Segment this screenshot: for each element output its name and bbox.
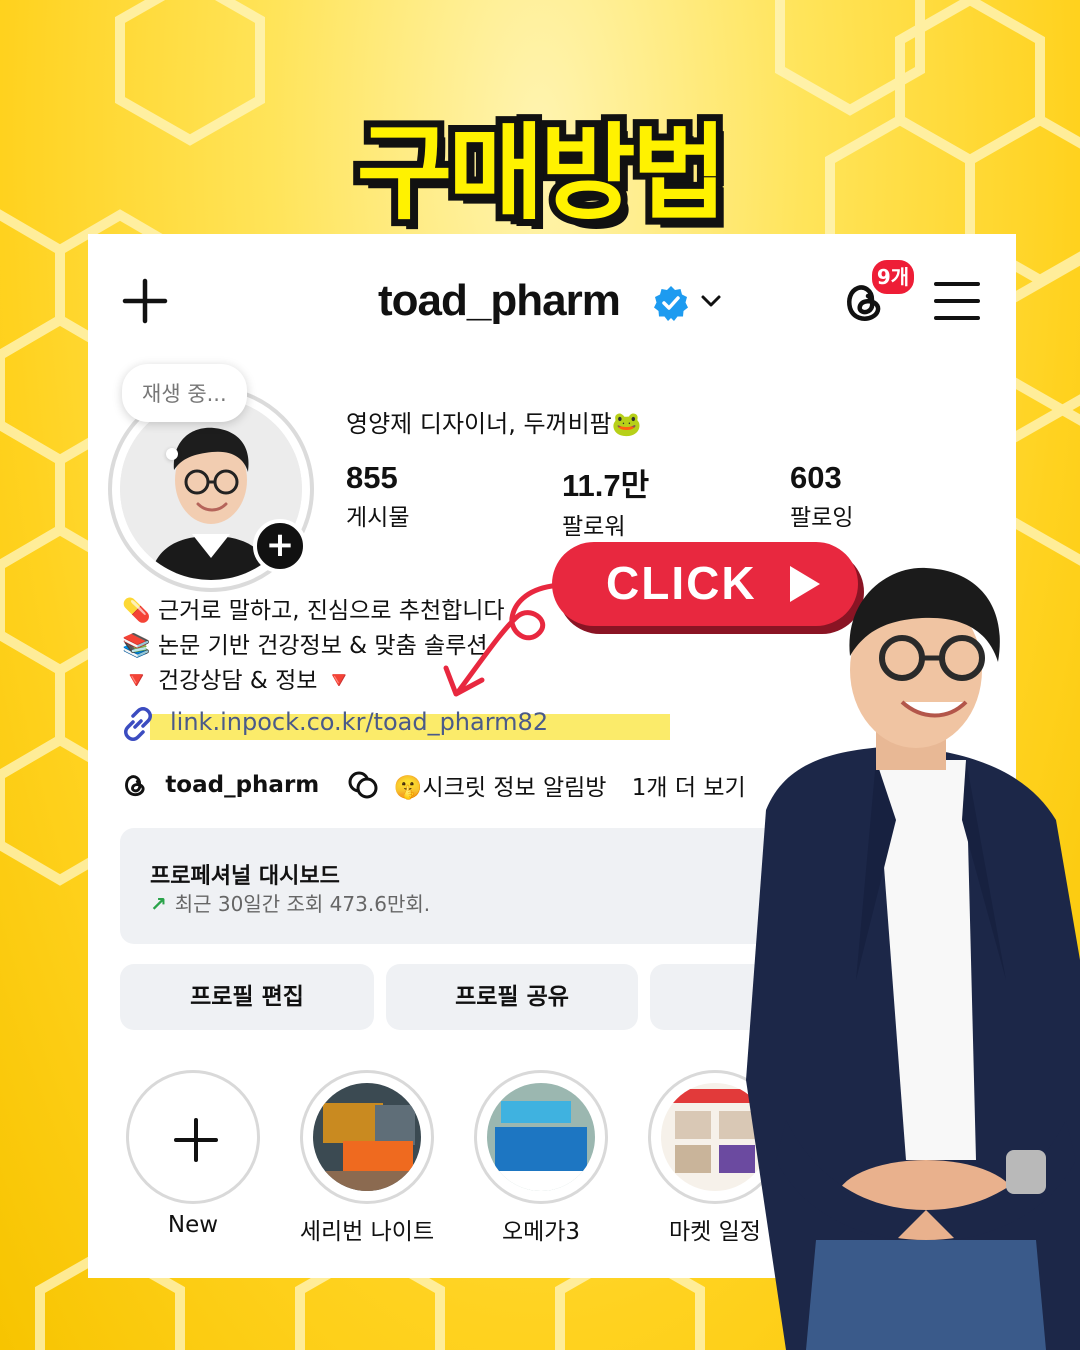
dashboard-subtitle-text: 최근 30일간 조회 473.6만회. bbox=[174, 892, 431, 916]
stat-posts-value: 855 bbox=[346, 460, 398, 495]
add-story-button[interactable]: + bbox=[253, 519, 307, 573]
channel-chat-icon bbox=[348, 771, 378, 799]
stat-following-label: 팔로잉 bbox=[790, 505, 854, 531]
arrow-doodle-icon bbox=[443, 583, 555, 697]
edit-profile-button[interactable]: 프로필 편집 bbox=[120, 964, 374, 1030]
note-bubble[interactable]: 재생 중... bbox=[122, 364, 247, 422]
threads-small-icon bbox=[125, 775, 145, 797]
share-profile-button[interactable]: 프로필 공유 bbox=[386, 964, 638, 1030]
verified-badge-icon bbox=[654, 286, 688, 321]
stat-followers-value: 11.7만 bbox=[562, 468, 650, 503]
highlight-label: New bbox=[167, 1212, 219, 1238]
stat-following[interactable]: 603 팔로잉 bbox=[790, 460, 853, 532]
highlight-thumbnail bbox=[313, 1083, 421, 1191]
profile-link[interactable]: link.inpock.co.kr/toad_pharm82 bbox=[120, 706, 670, 741]
plus-icon bbox=[174, 1118, 218, 1162]
pharmacist-photo bbox=[746, 567, 1080, 1350]
display-name: 영양제 디자이너, 두꺼비팜🐸 bbox=[346, 410, 642, 438]
highlight-label: 오메가3 bbox=[501, 1219, 581, 1245]
stat-posts[interactable]: 855 게시물 bbox=[346, 460, 409, 532]
hamburger-menu-icon[interactable] bbox=[934, 280, 980, 322]
highlight-new[interactable] bbox=[126, 1070, 260, 1204]
channel-name[interactable]: 🤫시크릿 정보 알림방 bbox=[394, 768, 607, 802]
headline-title: 구매방법 bbox=[350, 105, 735, 241]
notification-badge: 9개 bbox=[870, 258, 916, 296]
stat-followers-label: 팔로워 bbox=[562, 514, 626, 540]
note-bubble-tail bbox=[166, 448, 178, 460]
link-icon bbox=[124, 707, 152, 741]
link-url: link.inpock.co.kr/toad_pharm82 bbox=[170, 708, 549, 736]
threads-handle[interactable]: toad_pharm bbox=[165, 772, 319, 798]
threads-row: toad_pharm 🤫시크릿 정보 알림방 1개 더 보기 bbox=[120, 768, 746, 804]
plus-icon[interactable] bbox=[122, 278, 168, 324]
stat-following-value: 603 bbox=[790, 460, 842, 495]
trend-up-icon: ↗ bbox=[150, 892, 167, 916]
highlight-item[interactable] bbox=[300, 1070, 434, 1204]
dashboard-title: 프로페셔널 대시보드 bbox=[150, 864, 340, 889]
chevron-down-icon[interactable] bbox=[698, 288, 724, 314]
stat-followers[interactable]: 11.7만 팔로워 bbox=[562, 460, 649, 541]
dashboard-subtitle: ↗ 최근 30일간 조회 473.6만회. bbox=[150, 888, 430, 917]
highlight-item[interactable] bbox=[474, 1070, 608, 1204]
stat-posts-label: 게시물 bbox=[346, 505, 410, 531]
profile-username[interactable]: toad_pharm bbox=[378, 276, 621, 326]
highlight-label: 세리번 나이트 bbox=[299, 1219, 435, 1245]
highlight-thumbnail bbox=[487, 1083, 595, 1191]
